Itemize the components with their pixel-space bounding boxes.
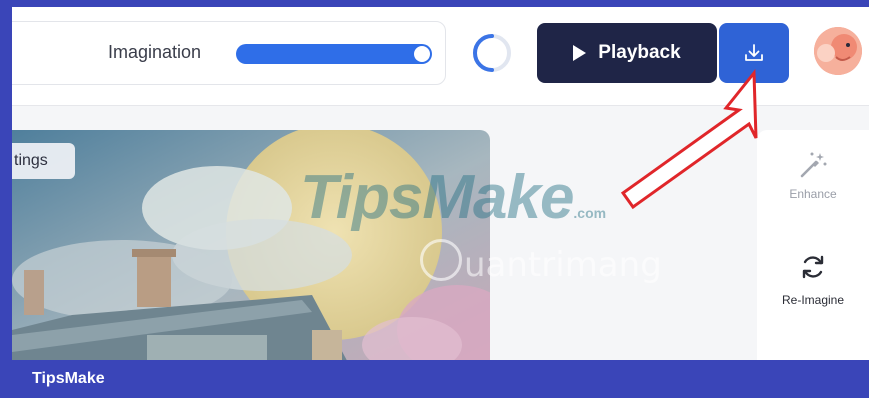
footer-bar: TipsMake [12,360,869,398]
app-frame: Imagination Playback tings TipsMake.com … [12,7,869,360]
annotation-arrow [620,68,758,210]
footer-brand: TipsMake [32,370,105,387]
